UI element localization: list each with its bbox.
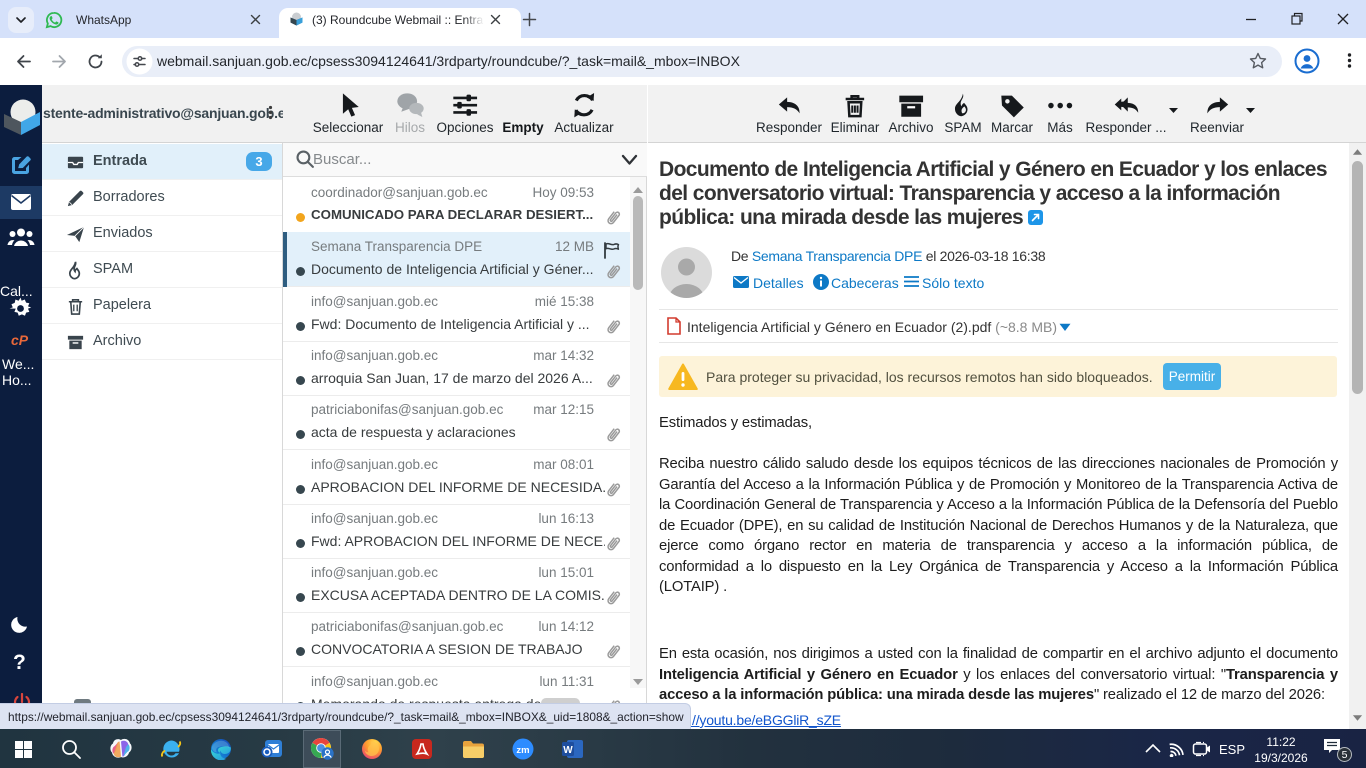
svg-text:zm: zm — [516, 745, 529, 756]
svg-text:W: W — [563, 745, 573, 756]
